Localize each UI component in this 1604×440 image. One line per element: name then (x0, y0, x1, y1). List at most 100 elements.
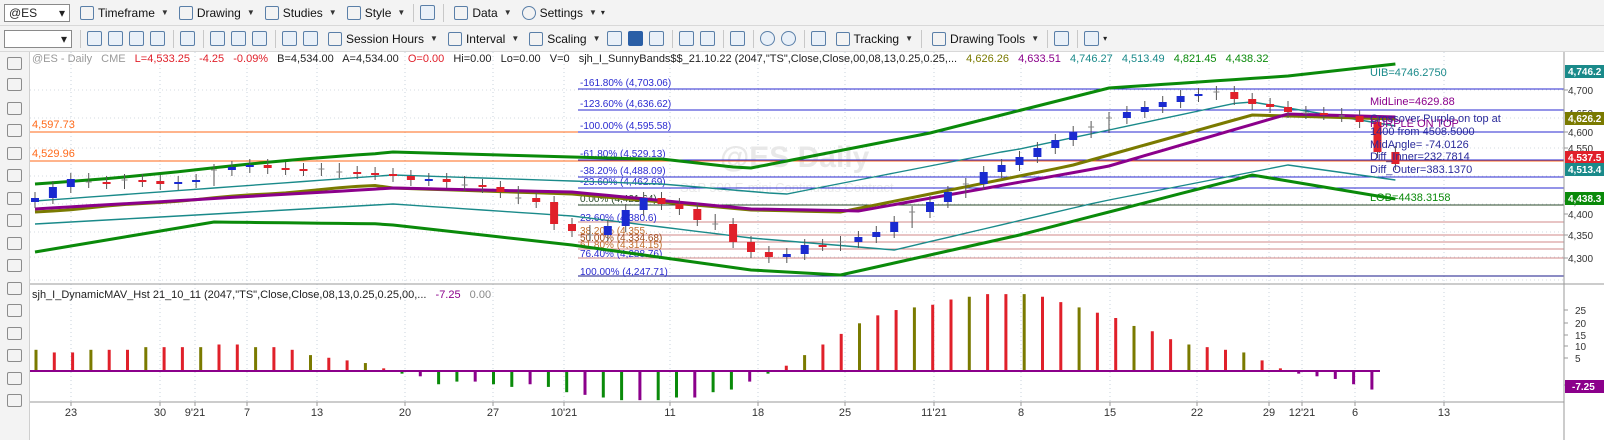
chevron-down-icon[interactable]: ▾ (59, 6, 65, 20)
candle (245, 165, 254, 167)
analysis-icon[interactable] (1084, 31, 1100, 46)
add-chart-icon[interactable] (1054, 31, 1070, 46)
session-hours-menu[interactable]: Session Hours ▼ (328, 31, 438, 46)
chart-image-icon[interactable] (231, 31, 246, 46)
dollar-icon[interactable] (606, 31, 622, 46)
overflow2-icon[interactable]: ▾ (1103, 34, 1107, 43)
candle (227, 167, 236, 170)
study-value-4: 4,513.49 (1121, 53, 1165, 65)
open-price: O=0.00 (407, 53, 445, 65)
candle (192, 180, 201, 182)
chart-toolbar: ▾ Session Hours ▼ Interval ▼ Scaling ▼ Trac… (0, 26, 1604, 52)
chart-area[interactable]: @ES Daily S&P 500 E-mini Continuous Cont… (0, 52, 1604, 440)
gauge-icon[interactable] (180, 31, 195, 46)
zoom-in-icon[interactable] (759, 31, 775, 46)
date-tick: 13 (311, 407, 323, 419)
candle (263, 165, 272, 168)
network-icon[interactable] (282, 31, 297, 46)
svg-text:-7.25: -7.25 (1572, 382, 1595, 393)
fib-upper-label: -123.60% (4,636.62) (580, 99, 671, 110)
symbol-input[interactable]: @ES ▾ (4, 3, 70, 22)
candle-style-icon[interactable] (627, 31, 643, 46)
scaling-icon (529, 31, 544, 46)
candle (675, 204, 684, 209)
date-tick: 15 (1104, 407, 1116, 419)
session-icon (328, 31, 342, 46)
candle (1248, 99, 1257, 104)
candle (478, 185, 487, 187)
candle (31, 198, 39, 202)
candle (156, 181, 165, 184)
studies-menu[interactable]: Studies ▼ (264, 5, 337, 20)
search-icon[interactable] (150, 31, 165, 46)
diff-inner-label: Diff_Inner=232.7814 (1370, 151, 1470, 163)
split-icon[interactable] (729, 31, 745, 46)
candle (621, 210, 630, 226)
drawing-tools-menu[interactable]: Drawing Tools ▼ (932, 31, 1039, 46)
candle (532, 198, 541, 202)
fib-upper-label: -38.20% (4,488.09) (580, 166, 666, 177)
reload-icon[interactable] (108, 31, 123, 46)
date-tick: 18 (752, 407, 764, 419)
candle (782, 254, 791, 257)
refresh-icon[interactable] (87, 31, 102, 46)
study-name: sjh_I_SunnyBands$$_21.10.22 (2047,"TS",C… (578, 53, 958, 65)
indicator-tick: 25 (1575, 306, 1587, 317)
svg-text:4,537.5: 4,537.5 (1568, 153, 1602, 164)
candle (890, 222, 899, 232)
interval-input[interactable]: ▾ (4, 29, 72, 48)
candle (1069, 132, 1078, 140)
candle (854, 237, 863, 242)
studies-icon (264, 5, 279, 20)
candle (174, 182, 183, 184)
interval-menu[interactable]: Interval ▼ (447, 31, 519, 46)
bar-spacing-icon[interactable] (699, 31, 715, 46)
zoom-out-icon[interactable] (780, 31, 796, 46)
style-icon (346, 5, 361, 20)
candle (943, 192, 952, 202)
candle-hollow-icon[interactable] (648, 31, 664, 46)
svg-text:4,513.4: 4,513.4 (1568, 165, 1602, 176)
overflow-icon[interactable]: ▾ (601, 8, 605, 17)
fib-upper-label: -100.00% (4,595.58) (580, 121, 671, 132)
low-price: Lo=0.00 (500, 53, 541, 65)
link-icon[interactable] (210, 31, 225, 46)
net-change: -4.25 (199, 53, 225, 65)
svg-text:4,438.3: 4,438.3 (1568, 194, 1602, 205)
candle (729, 224, 738, 242)
indicator-header: sjh_I_DynamicMAV_Hst 21_10_11 (2047,"TS"… (32, 289, 491, 301)
date-tick: 22 (1191, 407, 1203, 419)
candle (818, 245, 827, 247)
candle (1355, 116, 1364, 122)
candle (693, 209, 702, 220)
hline-lower-label: 4,529.96 (32, 148, 75, 160)
drawing-menu[interactable]: Drawing ▼ (178, 5, 255, 20)
ask-price: A=4,534.00 (342, 53, 399, 65)
settings-menu[interactable]: Settings ▼ (521, 5, 597, 20)
candle (926, 202, 934, 212)
picture-icon[interactable] (252, 31, 267, 46)
candle (371, 173, 380, 175)
date-tick: 23 (65, 407, 77, 419)
gear-icon (521, 5, 536, 20)
candle (1266, 104, 1275, 107)
settings-small-icon[interactable] (303, 31, 318, 46)
candle (1140, 107, 1149, 112)
candle (764, 252, 773, 257)
layout-icon[interactable] (420, 5, 436, 20)
scaling-menu[interactable]: Scaling ▼ (529, 31, 601, 46)
tracking-menu[interactable]: Tracking ▼ (835, 31, 913, 46)
chevron-down-icon[interactable]: ▾ (61, 32, 67, 46)
bar-style-icon[interactable] (678, 31, 694, 46)
crosshair-grid-icon[interactable] (810, 31, 826, 46)
grid-icon[interactable] (129, 31, 144, 46)
indicator-tick: 5 (1575, 354, 1581, 365)
candle (1015, 157, 1024, 165)
timeframe-menu[interactable]: Timeframe ▼ (80, 5, 169, 20)
candle (48, 187, 57, 198)
price-tick: 4,300 (1568, 254, 1593, 265)
candle (603, 226, 612, 235)
data-menu[interactable]: Data ▼ (454, 5, 512, 20)
style-menu[interactable]: Style ▼ (346, 5, 405, 20)
svg-text:4,626.2: 4,626.2 (1568, 114, 1602, 125)
